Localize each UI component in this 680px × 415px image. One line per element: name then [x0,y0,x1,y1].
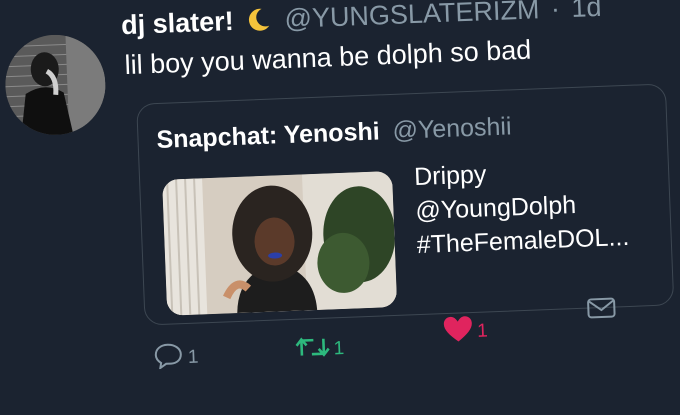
envelope-icon [586,295,617,326]
timestamp[interactable]: 1d [571,0,602,23]
quoted-tweet[interactable]: Snapchat: Yenoshi @Yenoshii Drippy @Youn… [136,83,675,326]
quoted-media-thumbnail[interactable] [162,170,398,316]
tweet[interactable]: dj slater! @YUNGSLATERIZM · 1d lil boy y… [0,0,680,415]
quoted-handle: @Yenoshii [392,112,512,145]
heart-icon [443,315,474,350]
photo-image [162,170,398,316]
like-count: 1 [476,320,489,342]
reply-count: 1 [187,346,199,368]
reply-button[interactable]: 1 [153,342,199,376]
reply-icon [153,342,184,375]
display-name[interactable]: dj slater! [121,6,235,40]
quoted-display-name: Snapchat: Yenoshi [156,117,381,154]
avatar[interactable] [3,32,108,137]
quoted-text-line: #TheFemaleDOL... [416,222,630,260]
like-button[interactable]: 1 [443,314,489,350]
quoted-tweet-header: Snapchat: Yenoshi @Yenoshii [156,112,512,155]
user-handle[interactable]: @YUNGSLATERIZM [284,0,540,34]
retweet-count: 1 [333,337,345,360]
retweet-button[interactable]: 1 [295,334,345,366]
crescent-moon-icon [245,7,272,40]
retweet-icon [295,335,330,366]
avatar-image [3,32,108,137]
quoted-tweet-text: Drippy @YoungDolph #TheFemaleDOL... [414,152,630,262]
separator-dot: · [550,0,561,24]
direct-message-button[interactable] [586,295,617,326]
